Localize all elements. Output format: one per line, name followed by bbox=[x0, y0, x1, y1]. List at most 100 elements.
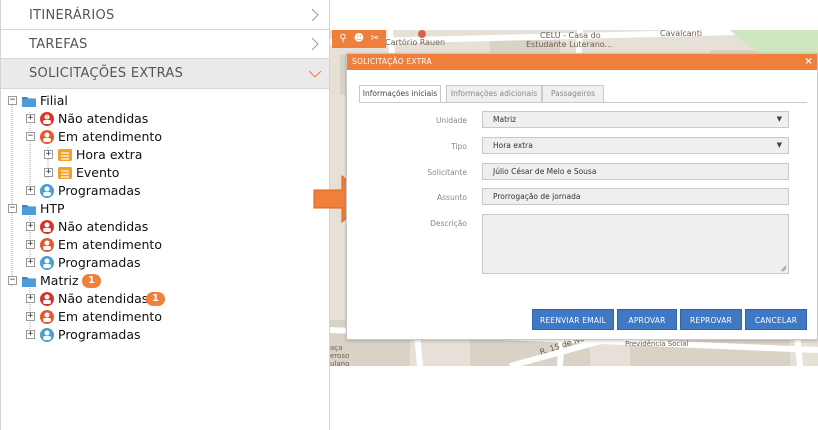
count-badge: 1 bbox=[82, 274, 101, 288]
reenviar-email-button[interactable]: REENVIAR EMAIL bbox=[532, 309, 614, 330]
folder-icon bbox=[22, 277, 36, 287]
assunto-field[interactable]: Prorrogação de jornada bbox=[482, 188, 789, 205]
tree-node-matriz[interactable]: − Matriz 1 bbox=[8, 272, 208, 290]
tree-node-em-atendimento[interactable]: − Em atendimento bbox=[26, 128, 226, 146]
tree-node-nao-atendidas[interactable]: + Não atendidas 1 bbox=[26, 290, 226, 308]
unidade-value: Matriz bbox=[493, 115, 517, 124]
chevron-right-icon bbox=[311, 38, 319, 50]
tree-node-label: Não atendidas bbox=[58, 111, 149, 126]
tab-informacoes-iniciais[interactable]: Informações iniciais bbox=[359, 85, 441, 103]
chevron-right-icon bbox=[311, 9, 319, 21]
tree-node-em-atendimento[interactable]: + Em atendimento bbox=[26, 308, 226, 326]
tree-node-label: Em atendimento bbox=[58, 129, 162, 144]
tree-node-label: Não atendidas bbox=[58, 219, 149, 234]
map-label: Previdência Social bbox=[625, 340, 689, 348]
expand-toggle[interactable]: + bbox=[26, 186, 35, 195]
aprovar-button[interactable]: APROVAR bbox=[617, 309, 677, 330]
tree-node-programadas[interactable]: + Programadas bbox=[26, 182, 226, 200]
tree-node-nao-atendidas[interactable]: + Não atendidas bbox=[26, 218, 226, 236]
accordion-solicitacoes-extras[interactable]: SOLICITAÇÕES EXTRAS bbox=[1, 59, 329, 89]
tree-node-label: Em atendimento bbox=[58, 237, 162, 252]
map-label: ulano bbox=[330, 360, 350, 366]
close-icon[interactable]: × bbox=[804, 54, 813, 70]
tree-node-label: Em atendimento bbox=[58, 309, 162, 324]
scheduled-user-icon bbox=[40, 328, 54, 342]
expand-toggle[interactable]: + bbox=[26, 258, 35, 267]
assunto-label: Assunto bbox=[437, 193, 467, 202]
tree-node-filial[interactable]: − Filial bbox=[8, 92, 208, 110]
list-icon bbox=[58, 167, 72, 179]
expand-toggle[interactable]: + bbox=[26, 222, 35, 231]
expand-toggle[interactable]: + bbox=[44, 150, 53, 159]
collapse-toggle[interactable]: − bbox=[8, 96, 17, 105]
tree-node-programadas[interactable]: + Programadas bbox=[26, 254, 226, 272]
tab-divider bbox=[359, 102, 807, 103]
map-label: Cavalcanti bbox=[660, 30, 703, 38]
expand-toggle[interactable]: + bbox=[26, 312, 35, 321]
tree-node-hora-extra[interactable]: + Hora extra bbox=[44, 146, 244, 164]
in-progress-user-icon bbox=[40, 238, 54, 252]
dialog-title: SOLICITAÇÃO EXTRA bbox=[352, 57, 432, 66]
route-icon[interactable]: ⚲ bbox=[336, 32, 350, 46]
map-label: eroso bbox=[330, 352, 350, 360]
tree-node-htp[interactable]: − HTP bbox=[8, 200, 208, 218]
tipo-select[interactable]: Hora extra ▼ bbox=[482, 137, 789, 154]
scheduled-user-icon bbox=[40, 256, 54, 270]
tree-node-label: Programadas bbox=[58, 183, 141, 198]
alert-user-icon: ! bbox=[40, 112, 54, 126]
tree-node-label: Não atendidas bbox=[58, 291, 149, 306]
solicitacao-extra-dialog: SOLICITAÇÃO EXTRA × Informações iniciais… bbox=[346, 53, 818, 340]
tree-node-label: HTP bbox=[40, 201, 65, 216]
resize-handle-icon[interactable] bbox=[780, 265, 787, 272]
map-label: aça bbox=[330, 344, 343, 352]
tipo-value: Hora extra bbox=[493, 141, 533, 150]
folder-icon bbox=[22, 205, 36, 215]
collapse-toggle[interactable]: − bbox=[8, 204, 17, 213]
accordion-tarefas-label: TAREFAS bbox=[29, 37, 88, 52]
tipo-label: Tipo bbox=[451, 142, 467, 151]
dropdown-caret-icon: ▼ bbox=[776, 115, 782, 123]
folder-icon bbox=[22, 97, 36, 107]
accordion-tarefas[interactable]: TAREFAS bbox=[1, 30, 329, 59]
collapse-toggle[interactable]: − bbox=[8, 276, 17, 285]
unidade-select[interactable]: Matriz ▼ bbox=[482, 111, 789, 128]
tree-node-evento[interactable]: + Evento bbox=[44, 164, 244, 182]
solicitante-field[interactable]: Júlio César de Melo e Sousa bbox=[482, 163, 789, 180]
collapse-toggle[interactable]: − bbox=[26, 132, 35, 141]
reprovar-button[interactable]: REPROVAR bbox=[680, 309, 742, 330]
tab-passageiros[interactable]: Passageiros bbox=[542, 85, 604, 102]
svg-text:!: ! bbox=[46, 115, 48, 121]
cancelar-button[interactable]: CANCELAR bbox=[745, 309, 807, 330]
tree-node-programadas[interactable]: + Programadas bbox=[26, 326, 226, 344]
expand-toggle[interactable]: + bbox=[26, 294, 35, 303]
accordion-solicitacoes-label: SOLICITAÇÕES EXTRAS bbox=[29, 66, 184, 81]
tree-node-nao-atendidas[interactable]: + ! Não atendidas bbox=[26, 110, 226, 128]
expand-toggle[interactable]: + bbox=[26, 240, 35, 249]
expand-toggle[interactable]: + bbox=[26, 330, 35, 339]
in-progress-user-icon bbox=[40, 130, 54, 144]
alert-user-icon bbox=[40, 220, 54, 234]
expand-toggle[interactable]: + bbox=[44, 168, 53, 177]
tree-node-label: Hora extra bbox=[76, 147, 143, 162]
tree-node-label: Evento bbox=[76, 165, 120, 180]
unidade-label: Unidade bbox=[435, 116, 467, 125]
left-panel: ITINERÁRIOS TAREFAS SOLICITAÇÕES EXTRAS … bbox=[0, 0, 330, 430]
alert-user-icon bbox=[40, 292, 54, 306]
map-toolbar: ⚲ ☻ ✂ bbox=[332, 30, 386, 48]
accordion-itinerarios[interactable]: ITINERÁRIOS bbox=[1, 1, 329, 30]
accordion-itinerarios-label: ITINERÁRIOS bbox=[29, 8, 115, 23]
list-icon bbox=[58, 149, 72, 161]
tab-informacoes-adicionais[interactable]: Informações adicionais bbox=[446, 85, 542, 102]
solicitante-label: Solicitante bbox=[427, 168, 467, 177]
tree-node-em-atendimento[interactable]: + Em atendimento bbox=[26, 236, 226, 254]
descricao-textarea[interactable] bbox=[482, 214, 789, 274]
tools-icon[interactable]: ✂ bbox=[368, 32, 382, 46]
tree-node-label: Programadas bbox=[58, 255, 141, 270]
people-icon[interactable]: ☻ bbox=[352, 32, 366, 46]
dropdown-caret-icon: ▼ bbox=[776, 141, 782, 149]
tree-node-label: Programadas bbox=[58, 327, 141, 342]
tree-node-label: Filial bbox=[40, 93, 68, 108]
solicitante-value: Júlio César de Melo e Sousa bbox=[493, 167, 597, 176]
assunto-value: Prorrogação de jornada bbox=[493, 192, 581, 201]
expand-toggle[interactable]: + bbox=[26, 114, 35, 123]
